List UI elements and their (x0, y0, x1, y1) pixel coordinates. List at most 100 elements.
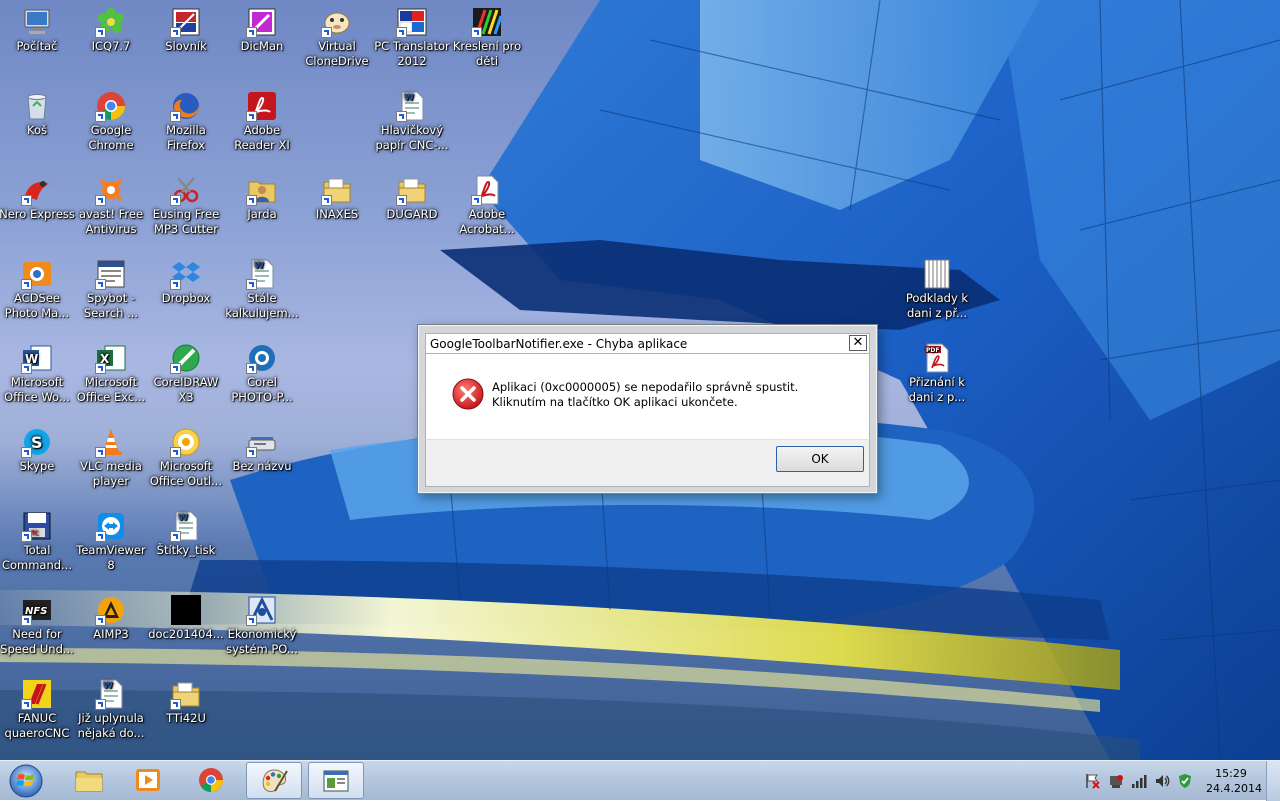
desktop-icon-virtual-clonedrive[interactable]: Virtual CloneDrive (298, 6, 376, 69)
desktop-icon-aimp3[interactable]: AIMP3 (72, 594, 150, 642)
desktop-icon-dropbox[interactable]: Dropbox (147, 258, 225, 306)
desktop-icon-adobe-reader[interactable]: Adobe Reader XI (223, 90, 301, 153)
desktop-icon-skype[interactable]: S Skype (0, 426, 76, 474)
taskbar-chrome[interactable] (184, 762, 240, 799)
desktop-icon-firefox[interactable]: Mozilla Firefox (147, 90, 225, 153)
recycle-bin-icon (21, 90, 53, 122)
taskbar-paint[interactable] (246, 762, 302, 799)
desktop-icon-pocitac[interactable]: Počítač (0, 6, 76, 54)
desktop-icon-ms-outlook[interactable]: Microsoft Office Outl... (147, 426, 225, 489)
svg-text:W: W (404, 93, 414, 103)
desktop-icon-jarda[interactable]: Jarda (223, 174, 301, 222)
teamviewer-icon (95, 510, 127, 542)
close-button[interactable]: ✕ (849, 335, 867, 351)
desktop-icon-stitky-tisk[interactable]: W Štítky_tisk (147, 510, 225, 558)
desktop-icon-priznani-k-dani[interactable]: PDF Přiznání k dani z p... (898, 342, 976, 405)
volume-icon[interactable] (1154, 773, 1170, 789)
clock-date: 24.4.2014 (1206, 782, 1262, 795)
skype-icon: S (21, 426, 53, 458)
computer-icon (21, 6, 53, 38)
translator-flags-icon (396, 6, 428, 38)
fanuc-icon (21, 678, 53, 710)
desktop-icon-kresleni[interactable]: Kreslení pro děti (448, 6, 526, 69)
clock[interactable]: 15:29 24.4.2014 (1206, 766, 1262, 796)
network-adapter-icon[interactable] (1108, 773, 1124, 789)
user-folder-icon (246, 174, 278, 206)
desktop-icon-stale-kalkulujem[interactable]: W Stále kalkulujem... (223, 258, 301, 321)
drawing-pencils-icon (471, 6, 503, 38)
ms-outlook-icon (170, 426, 202, 458)
desktop-icon-nero-express[interactable]: Nero Express (0, 174, 76, 222)
desktop-icon-inaxes[interactable]: INAXES (298, 174, 376, 222)
desktop-icon-teamviewer[interactable]: TeamViewer 8 (72, 510, 150, 573)
desktop-icon-hlavickovy-papir[interactable]: W Hlavičkový papír CNC-... (373, 90, 451, 153)
desktop-icon-bez-nazvu[interactable]: Bez názvu (223, 426, 301, 474)
desktop-icon-slovnik[interactable]: Slovník (147, 6, 225, 54)
desktop-icon-google-chrome[interactable]: Google Chrome (72, 90, 150, 153)
archive-document-icon (921, 258, 953, 290)
desktop-icon-ekonomicky-system[interactable]: Ekonomický systém PO... (223, 594, 301, 657)
desktop-icon-avast[interactable]: avast! Free Antivirus (72, 174, 150, 237)
vlc-cone-icon (95, 426, 127, 458)
spybot-icon (95, 258, 127, 290)
word-document-icon: W (396, 90, 428, 122)
adobe-acrobat-icon (471, 174, 503, 206)
desktop-icon-ms-excel[interactable]: X Microsoft Office Exc... (72, 342, 150, 405)
desktop-icon-kos[interactable]: Koš (0, 90, 76, 138)
svg-text:W: W (254, 261, 264, 271)
dialog-titlebar[interactable]: GoogleToolbarNotifier.exe - Chyba aplika… (425, 333, 870, 354)
desktop-icon-adobe-acrobat[interactable]: Adobe Acrobat... (448, 174, 526, 237)
shield-check-icon[interactable] (1177, 773, 1193, 789)
desktop-icon-fanuc[interactable]: FANUC quaeroCNC (0, 678, 76, 741)
word-document-icon: W (246, 258, 278, 290)
black-file-icon (170, 594, 202, 626)
ok-button[interactable]: OK (776, 446, 864, 472)
paint-palette-icon (262, 769, 288, 792)
desktop: Počítač ICQ7.7 Slovník DicMan Virtual Cl… (0, 0, 1280, 760)
svg-text:W: W (178, 513, 188, 523)
desktop-icon-doc201404[interactable]: doc201404... (147, 594, 225, 642)
total-commander-icon: TC (21, 510, 53, 542)
desktop-icon-jiz-uplynula[interactable]: W Již uplynula nějaká do... (72, 678, 150, 741)
corel-photopaint-icon (246, 342, 278, 374)
dialog-message: Aplikaci (0xc0000005) se nepodařilo sprá… (492, 380, 799, 409)
error-dialog: GoogleToolbarNotifier.exe - Chyba aplika… (417, 324, 878, 494)
mp3-cutter-icon (170, 174, 202, 206)
desktop-icon-ms-word[interactable]: W Microsoft Office Wo... (0, 342, 76, 405)
dicman-icon (246, 6, 278, 38)
clock-time: 15:29 (1215, 767, 1247, 780)
taskbar-explorer[interactable] (62, 762, 118, 799)
taskbar: 15:29 24.4.2014 (0, 760, 1280, 801)
desktop-icon-spybot[interactable]: Spybot - Search ... (72, 258, 150, 321)
desktop-icon-vlc[interactable]: VLC media player (72, 426, 150, 489)
nero-icon (21, 174, 53, 206)
firefox-icon (170, 90, 202, 122)
folder-icon (321, 174, 353, 206)
show-desktop-button[interactable] (1266, 761, 1280, 801)
desktop-icon-tti42u[interactable]: TTi42U (147, 678, 225, 726)
desktop-icon-need-for-speed[interactable]: NFS Need for Speed Und... (0, 594, 76, 657)
desktop-icon-dicman[interactable]: DicMan (223, 6, 301, 54)
coreldraw-icon (170, 342, 202, 374)
dialog-title: GoogleToolbarNotifier.exe - Chyba aplika… (430, 337, 688, 351)
desktop-icon-icq[interactable]: ICQ7.7 (72, 6, 150, 54)
desktop-icon-coreldraw[interactable]: CorelDRAW X3 (147, 342, 225, 405)
windows-start-orb-icon[interactable] (4, 763, 48, 799)
taskbar-active-window[interactable] (308, 762, 364, 799)
desktop-icon-dugard[interactable]: DUGARD (373, 174, 451, 222)
desktop-icon-eusing-mp3-cutter[interactable]: Eusing Free MP3 Cutter (147, 174, 225, 237)
chrome-icon (199, 768, 223, 793)
desktop-icon-total-commander[interactable]: TC Total Command... (0, 510, 76, 573)
scanner-icon (246, 426, 278, 458)
desktop-icon-podklady-k-dani[interactable]: Podklady k dani z př... (898, 258, 976, 321)
desktop-icon-acdsee[interactable]: ACDSee Photo Ma... (0, 258, 76, 321)
flag-icon[interactable] (1084, 773, 1100, 789)
aimp-icon (95, 594, 127, 626)
taskbar-media-player[interactable] (121, 762, 177, 799)
avast-icon (95, 174, 127, 206)
signal-bars-icon[interactable] (1131, 773, 1147, 789)
desktop-icon-corel-photo-paint[interactable]: Corel PHOTO-P... (223, 342, 301, 405)
desktop-icon-pc-translator[interactable]: PC Translator 2012 (373, 6, 451, 69)
folder-icon (170, 678, 202, 710)
ms-excel-icon: X (95, 342, 127, 374)
